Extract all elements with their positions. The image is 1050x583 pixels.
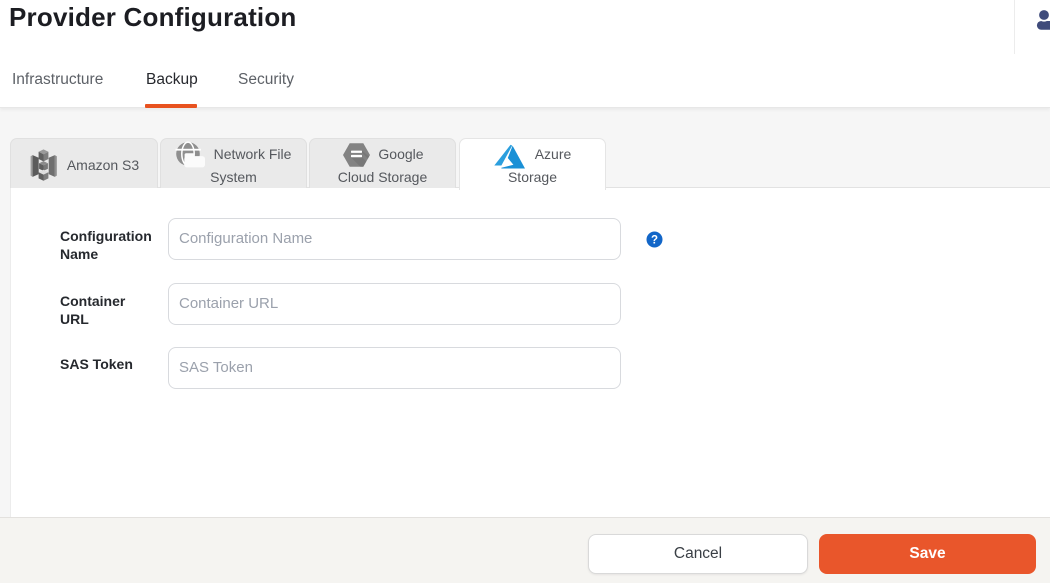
- svg-text:?: ?: [651, 235, 658, 247]
